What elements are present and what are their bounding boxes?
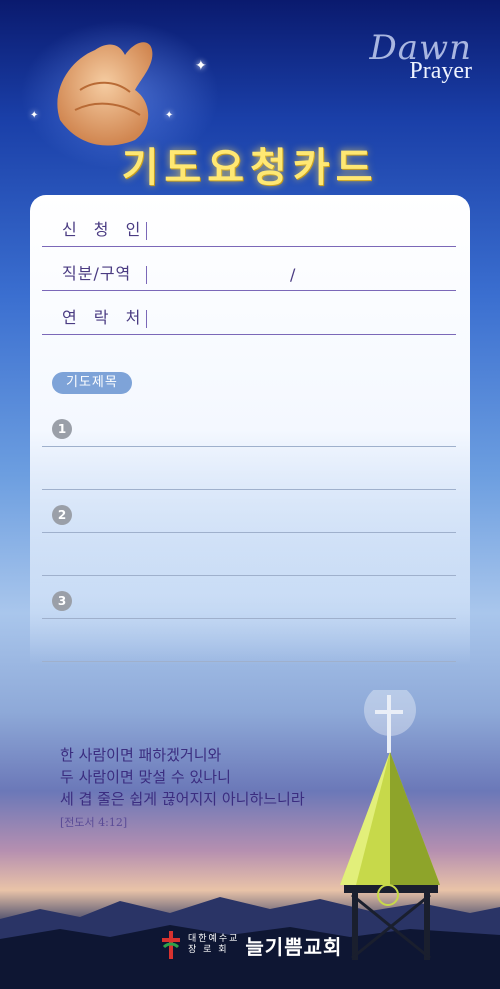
sparkle-icon: ✦ (30, 110, 39, 121)
verse-reference: [전도서 4:12] (60, 816, 128, 829)
bible-verse: 한 사람이면 패하겠거니와 두 사람이면 맞설 수 있나니 세 겹 줄은 쉽게 … (60, 744, 305, 834)
verse-line: 한 사람이면 패하겠거니와 (60, 746, 222, 764)
prayer-line[interactable] (42, 661, 456, 662)
requester-label: 신 청 인 (62, 220, 147, 239)
denomination: 대한예수교 장 로 회 (188, 934, 239, 956)
sparkle-icon: ✦ (195, 58, 207, 74)
prayer-line[interactable] (42, 532, 456, 533)
church-identity: 대한예수교 장 로 회 늘기쁨교회 (160, 930, 342, 960)
prayer-request-card: ✦ ✦ ✦ Dawn Prayer 기도요청카드 신 청 인 직분/구역 / 연… (0, 0, 500, 989)
position-field[interactable]: 직분/구역 / (42, 254, 456, 291)
prayer-item-number: 3 (52, 591, 72, 611)
prayer-item-number: 2 (52, 505, 72, 525)
prayer-line[interactable] (42, 446, 456, 447)
denomination-line-1: 대한예수교 (188, 934, 240, 944)
verse-line: 세 겹 줄은 쉽게 끊어지지 아니하느니라 (60, 790, 305, 808)
church-tower-image (340, 690, 440, 960)
church-name: 늘기쁨교회 (245, 934, 343, 959)
field-divider (146, 222, 147, 240)
prayer-line[interactable] (42, 489, 456, 490)
field-divider (146, 266, 147, 284)
requester-field[interactable]: 신 청 인 (42, 210, 456, 247)
verse-line: 두 사람이면 맞설 수 있나니 (60, 768, 231, 786)
church-cross-logo-icon (162, 931, 180, 959)
dawn-prayer-logo: Dawn Prayer (369, 28, 472, 85)
position-label: 직분/구역 (62, 264, 132, 283)
contact-label: 연 락 처 (62, 308, 147, 327)
sparkle-icon: ✦ (165, 110, 174, 121)
prayer-line[interactable] (42, 575, 456, 576)
prayer-topic-label: 기도제목 (52, 372, 132, 394)
position-separator: / (290, 265, 296, 284)
field-divider (146, 310, 147, 328)
praying-hands-image (57, 42, 153, 146)
contact-field[interactable]: 연 락 처 (42, 298, 456, 335)
card-title: 기도요청카드 (121, 145, 379, 191)
denomination-line-2: 장 로 회 (188, 945, 229, 955)
prayer-item-number: 1 (52, 419, 72, 439)
prayer-line[interactable] (42, 618, 456, 619)
